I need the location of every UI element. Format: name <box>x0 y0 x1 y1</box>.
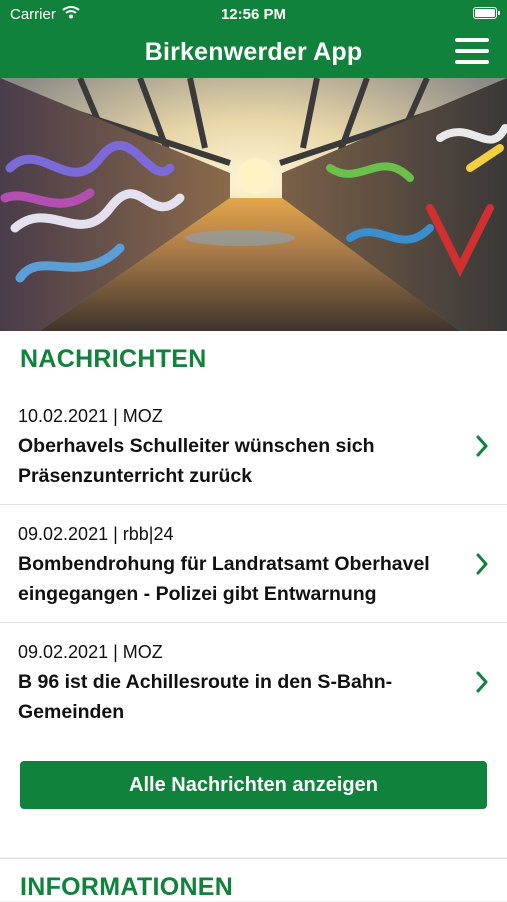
news-headline: Bombendrohung für Landratsamt Oberhavel … <box>18 549 458 609</box>
news-headline-line: Bombendrohung für Landratsamt Oberhavel <box>18 553 430 575</box>
status-bar: Carrier 12:56 PM <box>0 0 507 30</box>
news-item[interactable]: 10.02.2021 | MOZ Oberhavels Schulleiter … <box>0 387 507 505</box>
news-headline-line: Oberhavels Schulleiter wünschen sich <box>18 435 375 457</box>
news-meta: 09.02.2021 | rbb|24 <box>18 524 174 544</box>
news-item[interactable]: 09.02.2021 | rbb|24 Bombendrohung für La… <box>0 505 507 623</box>
chevron-right-icon <box>475 671 489 698</box>
news-headline-line: eingegangen - Polizei gibt Entwarnung <box>18 583 377 605</box>
news-list: 10.02.2021 | MOZ Oberhavels Schulleiter … <box>0 387 507 857</box>
news-headline-line: B 96 ist die Achillesroute in den S-Bahn… <box>18 671 393 693</box>
news-meta: 09.02.2021 | MOZ <box>18 642 163 662</box>
info-section-header: INFORMATIONEN <box>0 858 507 901</box>
app-title: Birkenwerder App <box>144 38 363 66</box>
navigation-bar: Birkenwerder App <box>0 30 507 78</box>
news-headline-line: Gemeinden <box>18 701 125 723</box>
battery-icon <box>473 7 500 19</box>
chevron-right-icon <box>475 435 489 462</box>
news-item[interactable]: 09.02.2021 | MOZ B 96 ist die Achillesro… <box>0 623 507 741</box>
status-time: 12:56 PM <box>220 6 287 23</box>
news-headline: Oberhavels Schulleiter wünschen sich Prä… <box>18 431 458 491</box>
news-headline-line: Präsenzunterricht zurück <box>18 465 253 487</box>
news-meta: 10.02.2021 | MOZ <box>18 406 163 426</box>
info-section-title: INFORMATIONEN <box>20 873 234 901</box>
news-section-title: NACHRICHTEN <box>20 345 207 373</box>
hero-image <box>0 78 507 331</box>
chevron-right-icon <box>475 553 489 580</box>
hamburger-menu-icon[interactable] <box>455 38 489 68</box>
bridge-photo <box>0 78 507 331</box>
news-headline: B 96 ist die Achillesroute in den S-Bahn… <box>18 667 458 727</box>
news-section-header: NACHRICHTEN <box>0 331 507 388</box>
all-news-button[interactable]: Alle Nachrichten anzeigen <box>20 761 487 809</box>
